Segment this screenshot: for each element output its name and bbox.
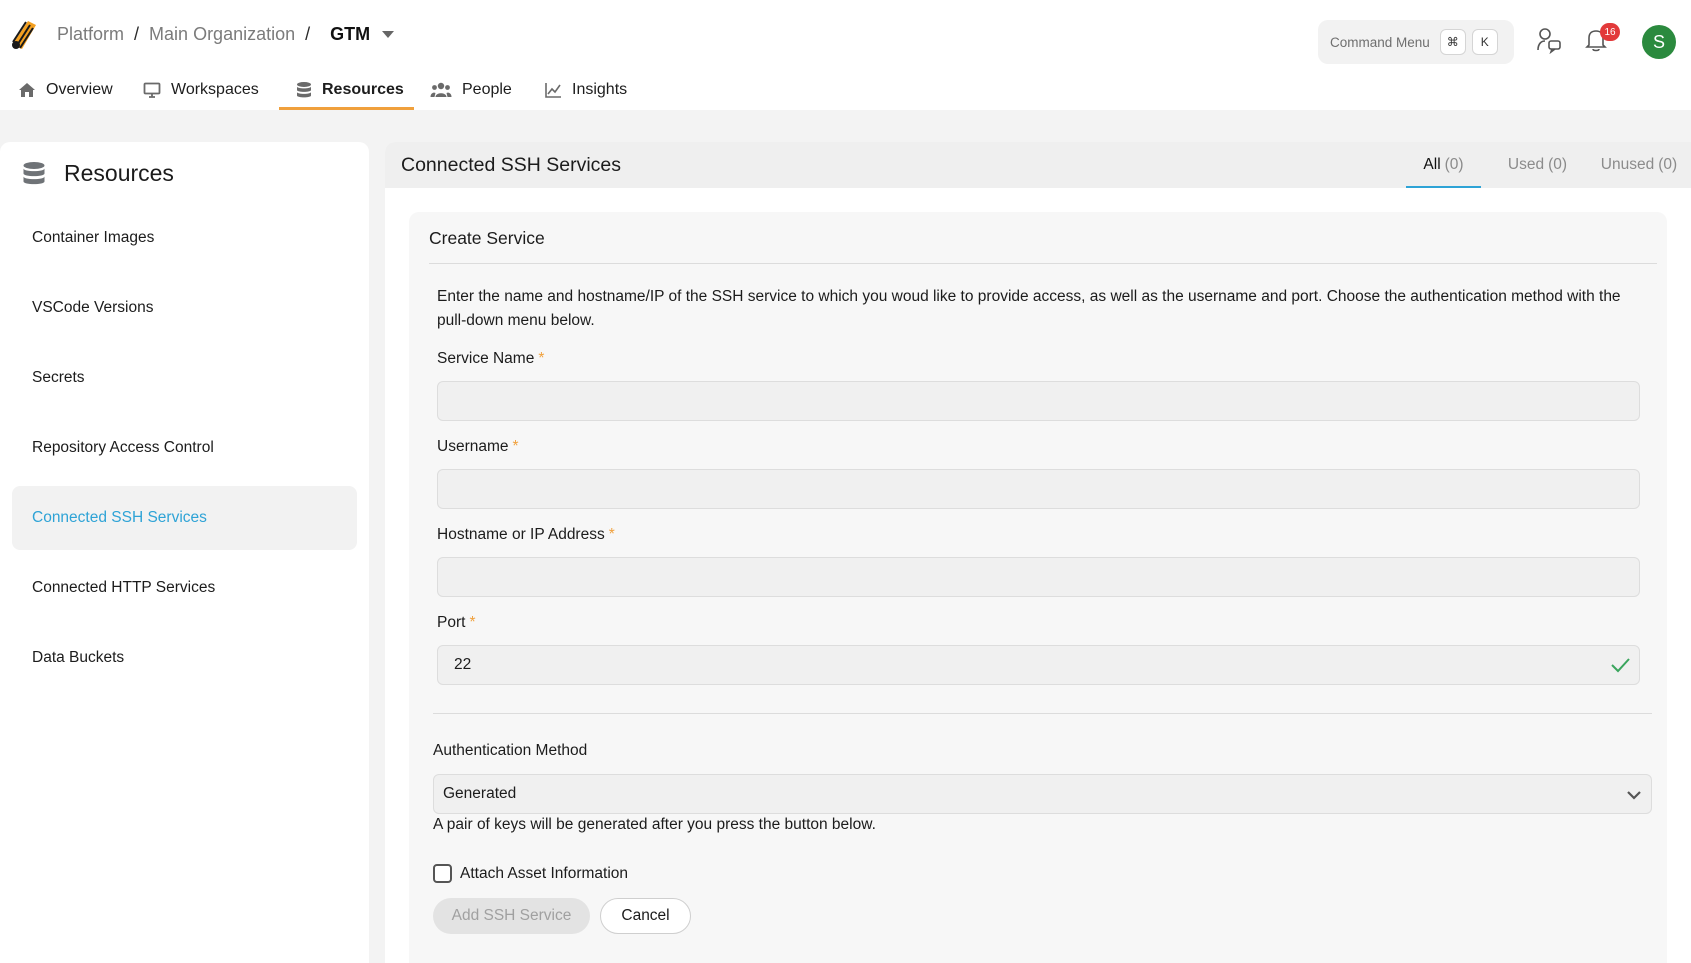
- auth-method-selected: Generated: [443, 785, 517, 802]
- command-menu-button[interactable]: Command Menu ⌘ K: [1318, 20, 1514, 64]
- tab-all-label: All: [1423, 156, 1441, 173]
- sidebar-item-data-buckets[interactable]: Data Buckets: [12, 626, 357, 690]
- main-panel: Connected SSH Services All (0) Used (0) …: [385, 142, 1691, 963]
- port-label: Port *: [437, 614, 475, 632]
- nav-insights-label: Insights: [572, 81, 628, 98]
- sidebar-item-connected-ssh-services[interactable]: Connected SSH Services: [12, 486, 357, 550]
- nav-resources-label: Resources: [322, 81, 404, 98]
- sidebar-title: Resources: [22, 160, 174, 187]
- attach-asset-checkbox[interactable]: [433, 864, 452, 883]
- main-header: Connected SSH Services All (0) Used (0) …: [385, 142, 1691, 188]
- sidebar-item-repository-access-control[interactable]: Repository Access Control: [12, 416, 357, 480]
- service-name-label-text: Service Name: [437, 350, 535, 367]
- required-mark: *: [469, 614, 476, 631]
- tab-unused[interactable]: Unused (0): [1587, 142, 1691, 188]
- database-icon: [23, 161, 45, 184]
- chart-line-icon: [545, 83, 561, 98]
- breadcrumb-separator: /: [134, 23, 140, 44]
- username-label: Username *: [437, 438, 519, 456]
- main-nav: Overview Workspaces Resources People Ins…: [0, 70, 644, 110]
- tab-unused-count: (0): [1658, 156, 1678, 173]
- sidebar-item-connected-http-services[interactable]: Connected HTTP Services: [12, 556, 357, 620]
- nav-people[interactable]: People: [430, 70, 540, 110]
- top-header: Platform / Main Organization / GTM Comma…: [0, 0, 1691, 110]
- breadcrumb-separator: /: [305, 23, 311, 44]
- nav-people-label: People: [462, 81, 512, 98]
- nav-resources[interactable]: Resources: [279, 70, 414, 110]
- breadcrumb-current-team[interactable]: GTM: [330, 24, 370, 45]
- hostname-label: Hostname or IP Address *: [437, 526, 615, 544]
- breadcrumb: Platform / Main Organization / GTM: [57, 22, 395, 46]
- divider: [433, 713, 1652, 714]
- service-name-input[interactable]: [437, 381, 1640, 421]
- nav-insights[interactable]: Insights: [544, 70, 644, 110]
- nav-workspaces[interactable]: Workspaces: [143, 70, 263, 110]
- required-mark: *: [538, 350, 545, 367]
- breadcrumb-platform[interactable]: Platform: [57, 24, 124, 45]
- service-name-label: Service Name *: [437, 350, 544, 368]
- sidebar-title-label: Resources: [64, 160, 174, 186]
- breadcrumb-organization[interactable]: Main Organization: [149, 24, 295, 45]
- cmd-key: ⌘: [1439, 29, 1466, 55]
- nav-workspaces-label: Workspaces: [171, 81, 259, 98]
- add-ssh-service-button[interactable]: Add SSH Service: [433, 898, 590, 934]
- tab-used[interactable]: Used (0): [1490, 142, 1585, 188]
- tab-used-label: Used: [1507, 156, 1545, 173]
- username-input[interactable]: [437, 469, 1640, 509]
- nav-overview[interactable]: Overview: [18, 70, 124, 110]
- attach-asset-label: Attach Asset Information: [460, 864, 629, 882]
- resources-sidebar: Resources Container Images VSCode Versio…: [0, 142, 369, 963]
- sidebar-item-secrets[interactable]: Secrets: [12, 346, 357, 410]
- port-input[interactable]: [437, 645, 1640, 685]
- port-label-text: Port: [437, 614, 466, 631]
- monitor-icon: [143, 82, 161, 98]
- auth-method-select[interactable]: Generated: [433, 774, 1652, 814]
- user-feedback-icon[interactable]: [1536, 26, 1564, 54]
- tab-all-count: (0): [1444, 156, 1464, 173]
- form-description: Enter the name and hostname/IP of the SS…: [437, 288, 1621, 329]
- people-icon: [430, 82, 452, 97]
- cancel-button[interactable]: Cancel: [600, 898, 691, 934]
- tab-used-count: (0): [1548, 156, 1568, 173]
- auth-method-hint: A pair of keys will be generated after y…: [433, 816, 876, 833]
- k-key: K: [1471, 29, 1498, 55]
- divider: [429, 263, 1657, 264]
- sidebar-item-container-images[interactable]: Container Images: [12, 206, 357, 270]
- required-mark: *: [608, 526, 615, 543]
- caret-down-icon[interactable]: [382, 30, 395, 38]
- notification-count-badge: 16: [1600, 23, 1620, 41]
- username-label-text: Username: [437, 438, 509, 455]
- create-service-card: Create Service Enter the name and hostna…: [409, 212, 1667, 963]
- page-title: Connected SSH Services: [401, 154, 622, 176]
- home-icon: [19, 83, 35, 97]
- sidebar-item-vscode-versions[interactable]: VSCode Versions: [12, 276, 357, 340]
- command-menu-label: Command Menu: [1330, 34, 1430, 50]
- check-icon: [1611, 658, 1630, 673]
- hostname-label-text: Hostname or IP Address: [437, 526, 605, 543]
- tab-all[interactable]: All (0): [1406, 142, 1481, 188]
- database-icon: [297, 82, 311, 98]
- card-title: Create Service: [429, 228, 545, 248]
- required-mark: *: [512, 438, 519, 455]
- auth-method-label: Authentication Method: [433, 742, 588, 759]
- chevron-down-icon: [1627, 791, 1641, 800]
- avatar[interactable]: S: [1642, 25, 1676, 59]
- logo-icon[interactable]: [8, 15, 40, 51]
- tab-unused-label: Unused: [1600, 156, 1655, 173]
- attach-asset-row: Attach Asset Information: [433, 864, 628, 883]
- hostname-input[interactable]: [437, 557, 1640, 597]
- nav-overview-label: Overview: [46, 81, 113, 98]
